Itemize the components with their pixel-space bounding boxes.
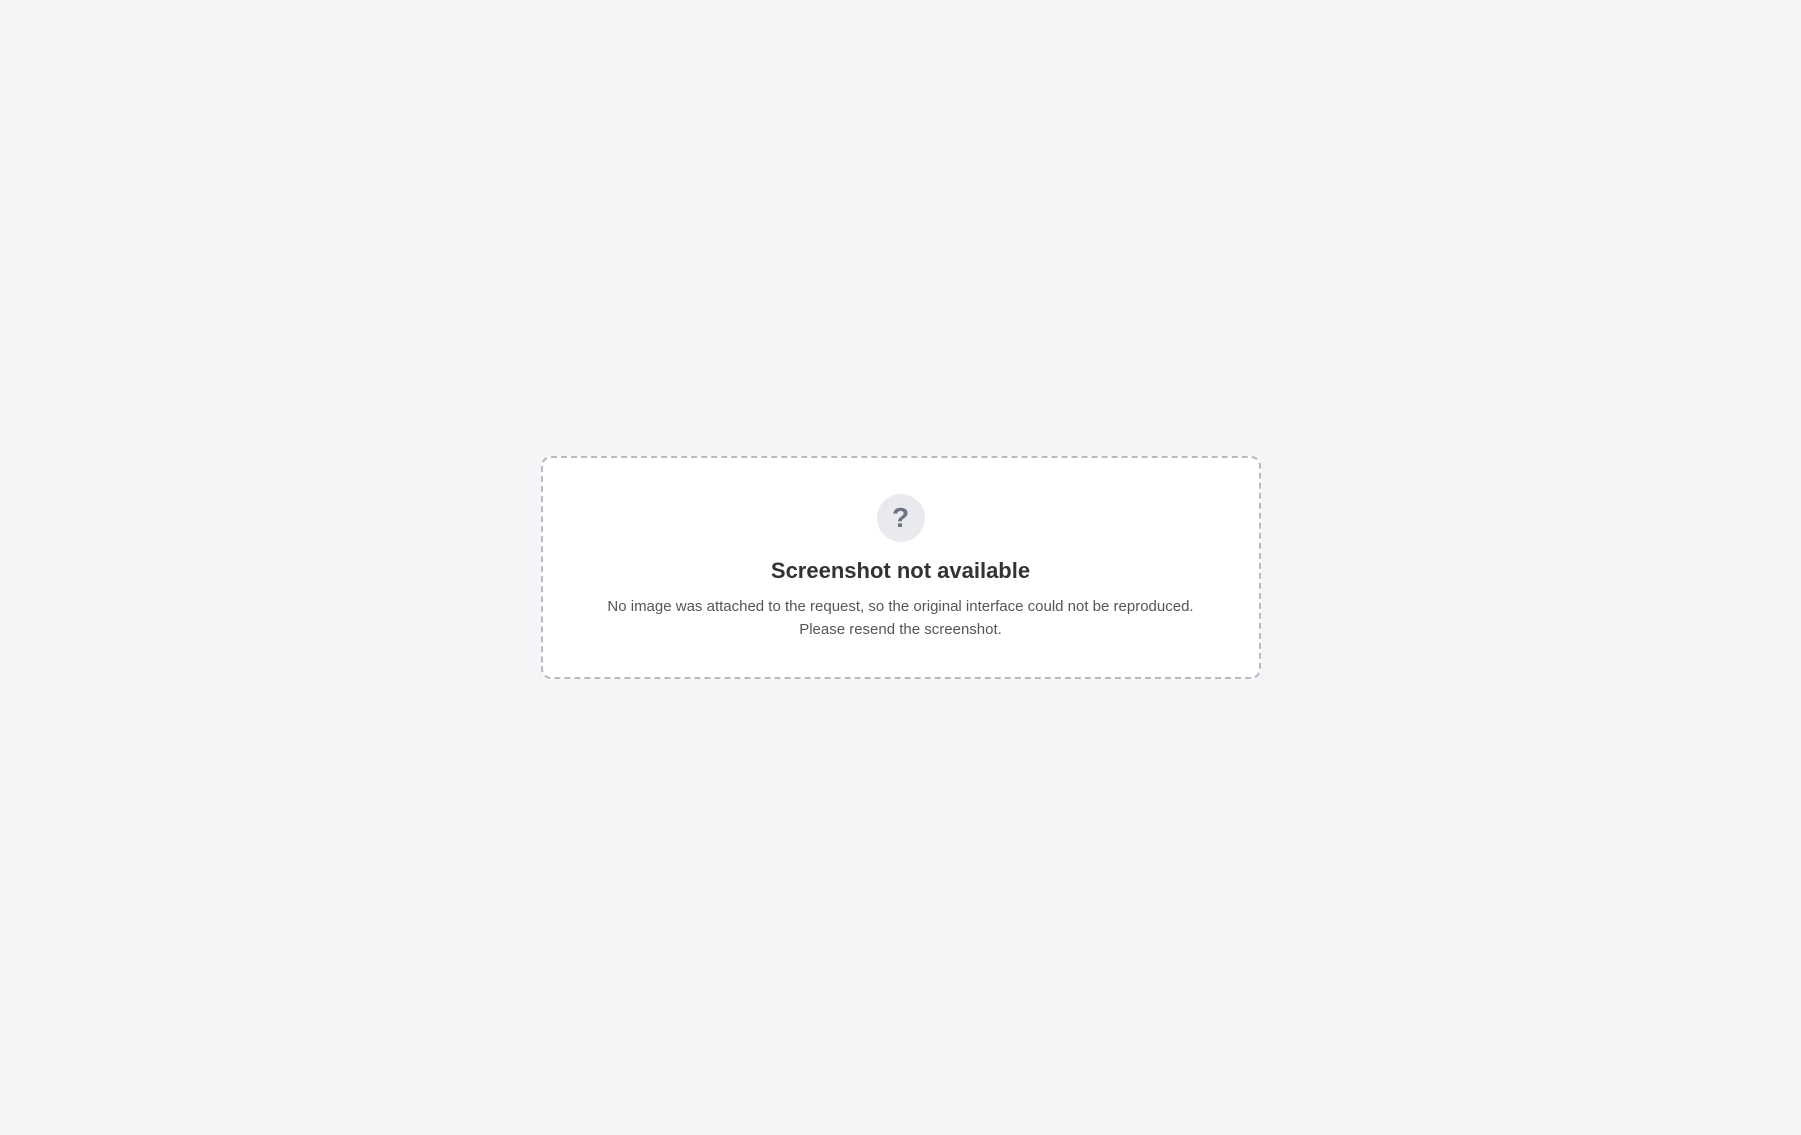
placeholder-frame: ? Screenshot not available No image was …: [0, 0, 1801, 1135]
info-icon: ?: [876, 494, 925, 542]
notice-title: Screenshot not available: [770, 558, 1031, 583]
missing-image-notice: ? Screenshot not available No image was …: [540, 456, 1261, 679]
notice-body: No image was attached to the request, so…: [607, 598, 1194, 638]
